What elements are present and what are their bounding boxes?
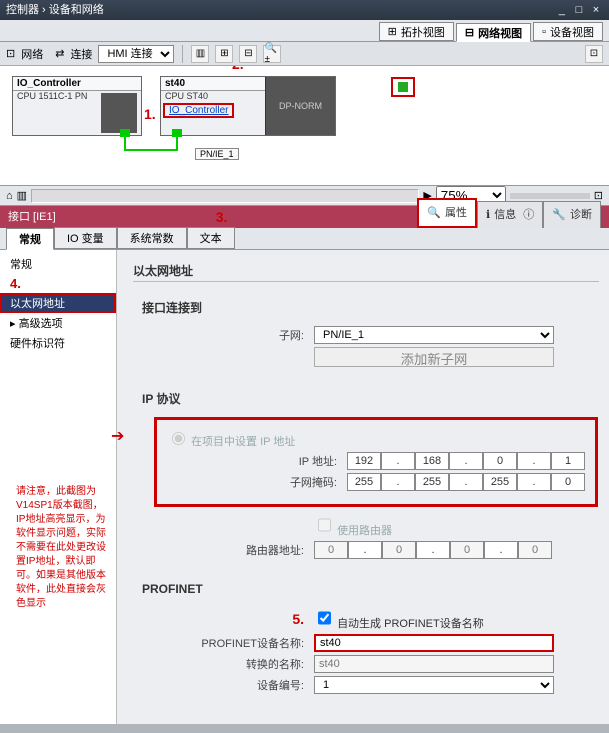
nav-tree: 常规 4. 以太网地址 ▸ 高级选项 硬件标识符 请注意，此截图为V14SP1版… <box>0 250 117 724</box>
tab-text[interactable]: 文本 <box>187 227 235 249</box>
dev-num-select[interactable]: 1 <box>314 676 554 694</box>
minimize-button[interactable]: _ <box>555 0 569 20</box>
ethernet-title: 以太网地址 <box>133 262 599 282</box>
step-3-label: 3. <box>216 206 228 228</box>
h-scrollbar[interactable] <box>31 189 419 203</box>
pn-name-input[interactable] <box>314 634 554 652</box>
tab-diagnostics[interactable]: 🔧诊断 <box>543 201 601 228</box>
title-text: 控制器 › 设备和网络 <box>6 0 104 20</box>
profinet-title: PROFINET <box>142 582 598 598</box>
wire-label: PN/IE_1 <box>195 148 239 160</box>
step-2-label: 2. <box>232 66 244 72</box>
network-toolbar: ⊡网络 ⇄连接 HMI 连接 ▥ ⊞ ⊟ 🔍± ⊡ <box>0 42 609 66</box>
tab-device[interactable]: ▫设备视图 <box>533 22 603 41</box>
red-note: 请注意，此截图为V14SP1版本截图，IP地址高亮显示，为软件显示问题，实际不需… <box>6 483 122 613</box>
ip-address-field[interactable]: 192.168.0.1 <box>347 452 585 470</box>
ip-highlight-box: 在项目中设置 IP 地址 IP 地址: 192.168.0.1 子网掩码: 25… <box>154 417 598 507</box>
tab-system-constants[interactable]: 系统常数 <box>117 227 187 249</box>
tab-general[interactable]: 常规 <box>6 228 54 250</box>
conv-name-label: 转换的名称: <box>134 656 314 672</box>
tab-info[interactable]: ℹ信息 ⓘ <box>477 201 543 228</box>
pn-name-label: PROFINET设备名称: <box>134 635 314 651</box>
canvas-tool-b[interactable]: ▥ <box>17 189 27 202</box>
tool-btn-1[interactable]: ▥ <box>191 45 209 63</box>
nav-general[interactable]: 常规 <box>0 254 116 274</box>
close-button[interactable]: × <box>589 0 603 20</box>
interface-title: 接口 [IE1] <box>8 206 56 228</box>
subnet-mask-field[interactable]: 255.255.255.0 <box>347 473 585 491</box>
tab-topology[interactable]: ⊞拓扑视图 <box>379 22 454 41</box>
device-io-controller[interactable]: IO_Controller CPU 1511C-1 PN <box>12 76 142 136</box>
canvas-tool-a[interactable]: ⌂ <box>6 190 13 202</box>
add-subnet-button[interactable]: 添加新子网 <box>314 347 554 367</box>
step-1-label: 1. <box>144 106 156 122</box>
io-controller-link[interactable]: IO_Controller <box>163 103 234 118</box>
tab-properties[interactable]: 🔍属性 <box>417 198 477 228</box>
use-router-checkbox <box>318 516 331 534</box>
ip-label: IP 地址: <box>167 453 347 469</box>
step-5-label: 5. <box>292 611 304 627</box>
maximize-button[interactable]: □ <box>572 0 586 20</box>
auto-name-checkbox[interactable] <box>318 609 331 627</box>
tab-io-variables[interactable]: IO 变量 <box>54 227 117 249</box>
title-bar: 控制器 › 设备和网络 _ □ × <box>0 0 609 20</box>
hmi-connection-select[interactable]: HMI 连接 <box>98 45 174 63</box>
tool-btn-2[interactable]: ⊞ <box>215 45 233 63</box>
nav-ethernet-address[interactable]: 以太网地址 <box>0 293 116 313</box>
red-arrow-icon: ➔ <box>111 426 124 446</box>
step-4-label: 4. <box>10 276 21 291</box>
sync-marker <box>391 77 415 97</box>
window-controls: _ □ × <box>555 0 603 20</box>
router-address-field: 0.0.0.0 <box>314 541 552 559</box>
properties-tabs: 常规 IO 变量 系统常数 文本 <box>0 228 609 250</box>
zoom-slider[interactable] <box>510 193 590 199</box>
nav-hw-id[interactable]: 硬件标识符 <box>0 333 116 353</box>
tool-btn-3[interactable]: ⊟ <box>239 45 257 63</box>
subnet-select[interactable]: PN/IE_1 <box>314 326 554 344</box>
properties-body: 常规 4. 以太网地址 ▸ 高级选项 硬件标识符 请注意，此截图为V14SP1版… <box>0 250 609 724</box>
toolbar-conn-label: 连接 <box>70 46 92 62</box>
inspector-header: 接口 [IE1] 3. 🔍属性 ℹ信息 ⓘ 🔧诊断 <box>0 206 609 228</box>
conv-name-input <box>314 655 554 673</box>
dp-norm-block: DP-NORM <box>265 77 335 135</box>
zoom-in-icon[interactable]: 🔍± <box>263 45 281 63</box>
toolbar-net-label: 网络 <box>21 46 43 62</box>
form-panel: 以太网地址 接口连接到 子网: PN/IE_1 添加新子网 IP 协议 ➔ 在项… <box>117 250 609 724</box>
ip-protocol-title: IP 协议 <box>142 390 598 409</box>
view-tabs: ⊞拓扑视图 ⊟网络视图 ▫设备视图 <box>0 20 609 42</box>
router-label: 路由器地址: <box>134 542 314 558</box>
subnet-label: 子网: <box>134 327 314 343</box>
network-canvas[interactable]: IO_Controller CPU 1511C-1 PN 1. st40 CPU… <box>0 66 609 186</box>
mask-label: 子网掩码: <box>167 474 347 490</box>
set-in-project-radio <box>172 432 185 445</box>
connect-to-title: 接口连接到 <box>142 299 598 318</box>
dev-num-label: 设备编号: <box>134 677 314 693</box>
connection-wire <box>124 137 178 151</box>
tool-btn-right[interactable]: ⊡ <box>585 45 603 63</box>
tab-network[interactable]: ⊟网络视图 <box>456 23 531 42</box>
device-st40[interactable]: st40 CPU ST40 IO_Controller DP-NORM <box>160 76 336 136</box>
nav-advanced[interactable]: ▸ 高级选项 <box>0 313 116 333</box>
